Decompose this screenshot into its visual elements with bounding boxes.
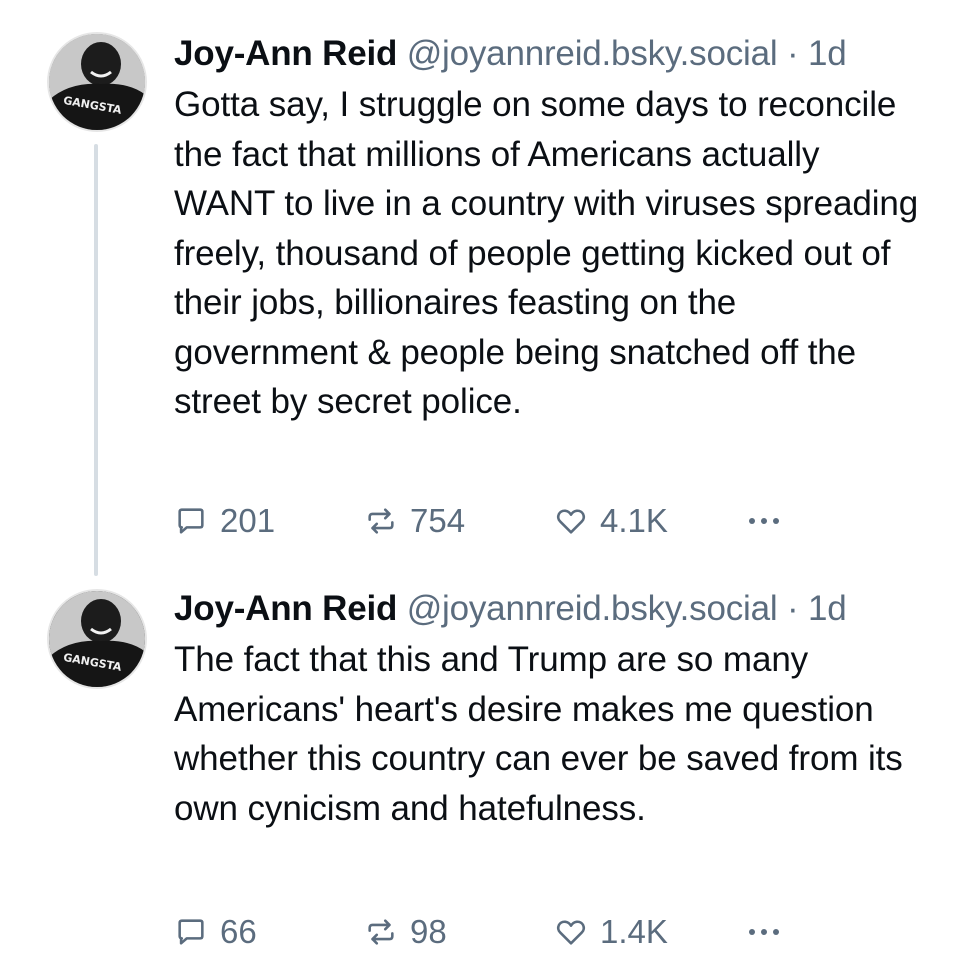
thread-connector-line <box>94 144 98 576</box>
author-handle[interactable]: @joyannreid.bsky.social <box>407 34 778 73</box>
more-options-icon <box>749 929 779 935</box>
avatar-photo: GANGSTA <box>49 591 145 687</box>
heart-icon <box>556 509 586 534</box>
avatar[interactable]: GANGSTA <box>47 32 147 132</box>
heart-icon <box>556 920 586 945</box>
separator-dot: · <box>786 34 799 73</box>
author-handle[interactable]: @joyannreid.bsky.social <box>407 589 778 628</box>
repost-button[interactable]: 754 <box>364 496 465 546</box>
more-options-button[interactable] <box>744 496 784 546</box>
separator-dot: · <box>786 589 799 628</box>
reply-count: 66 <box>220 913 257 950</box>
reply-count: 201 <box>220 502 276 539</box>
more-options-icon <box>749 518 779 524</box>
repost-count: 98 <box>410 913 447 950</box>
more-options-button[interactable] <box>744 907 784 957</box>
reply-icon <box>178 508 204 534</box>
post[interactable]: GANGSTA Joy-Ann Reid @joyannreid.bsky.so… <box>0 0 959 585</box>
post-timestamp[interactable]: 1d <box>808 34 847 73</box>
like-count: 4.1K <box>600 502 668 539</box>
like-button[interactable]: 4.1K <box>554 496 668 546</box>
post-content: Joy-Ann Reid @joyannreid.bsky.social · 1… <box>174 585 929 833</box>
reply-button[interactable]: 201 <box>174 496 275 546</box>
post-content: Joy-Ann Reid @joyannreid.bsky.social · 1… <box>174 30 929 427</box>
post-actions: 201 754 4.1K <box>174 496 824 546</box>
repost-button[interactable]: 98 <box>364 907 447 957</box>
author-display-name[interactable]: Joy-Ann Reid <box>174 34 397 73</box>
repost-icon <box>368 919 394 945</box>
repost-icon <box>368 508 394 534</box>
reply-icon <box>178 919 204 945</box>
post[interactable]: GANGSTA Joy-Ann Reid @joyannreid.bsky.so… <box>0 585 959 965</box>
like-count: 1.4K <box>600 913 668 950</box>
post-header: Joy-Ann Reid @joyannreid.bsky.social · 1… <box>174 585 929 633</box>
avatar-photo: GANGSTA <box>49 34 145 130</box>
post-timestamp[interactable]: 1d <box>808 589 847 628</box>
author-display-name[interactable]: Joy-Ann Reid <box>174 589 397 628</box>
reply-button[interactable]: 66 <box>174 907 257 957</box>
repost-count: 754 <box>410 502 466 539</box>
avatar[interactable]: GANGSTA <box>47 589 147 689</box>
post-text: Gotta say, I struggle on some days to re… <box>174 85 919 421</box>
post-header: Joy-Ann Reid @joyannreid.bsky.social · 1… <box>174 30 929 78</box>
post-text: The fact that this and Trump are so many… <box>174 640 903 828</box>
post-actions: 66 98 1.4K <box>174 907 824 957</box>
like-button[interactable]: 1.4K <box>554 907 668 957</box>
